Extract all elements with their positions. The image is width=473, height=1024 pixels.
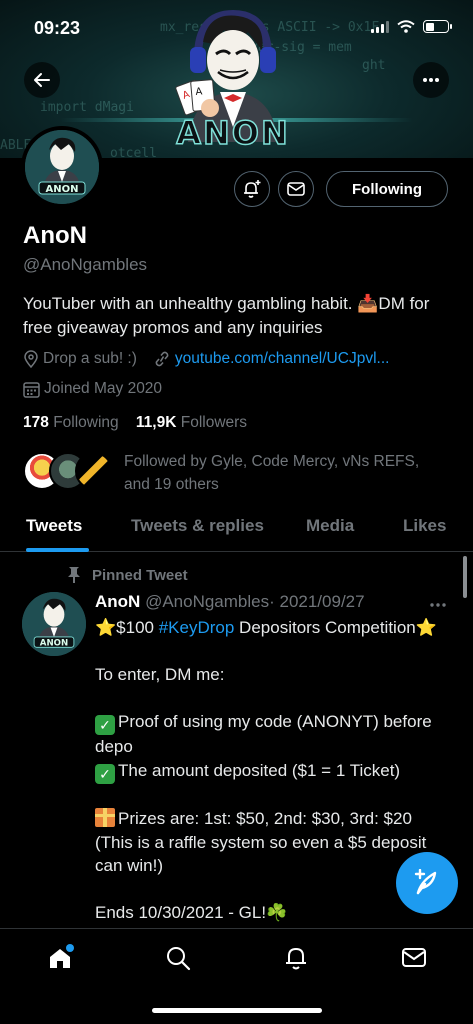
tweet-avatar-image: ANON: [22, 592, 86, 656]
calendar-icon: [23, 381, 40, 398]
following-button[interactable]: Following: [326, 171, 448, 207]
bell-plus-icon: [244, 180, 261, 198]
location-pin-icon: [24, 350, 38, 368]
tweet-line: To enter, DM me:: [95, 665, 225, 684]
status-icons: [371, 20, 452, 33]
tweet-line: ✓ The amount deposited ($1 = 1 Ticket): [95, 759, 455, 784]
mail-icon: [287, 182, 305, 196]
tweet-line-text: Depositors Competition⭐: [234, 618, 437, 637]
link-icon: [155, 351, 169, 367]
banner-logo-text: ANON: [176, 114, 290, 152]
nav-messages[interactable]: [399, 943, 429, 973]
tweet-more-icon: [430, 603, 446, 607]
profile-handle: @AnoNgambles: [23, 255, 148, 274]
back-button[interactable]: [24, 62, 60, 98]
following-count-link[interactable]: 178 Following: [23, 414, 119, 431]
notification-dot: [66, 944, 74, 952]
envelope-icon: [402, 948, 426, 967]
home-indicator[interactable]: [152, 1008, 322, 1013]
followers-count-link[interactable]: 11,9K Followers: [136, 414, 247, 431]
following-count: 178: [23, 414, 49, 431]
svg-text:A: A: [195, 86, 203, 98]
tweet-date[interactable]: · 2021/09/27: [269, 592, 364, 611]
profile-location: Drop a sub! :): [43, 350, 137, 367]
more-options-button[interactable]: [413, 62, 449, 98]
pin-icon: [68, 567, 80, 583]
pinned-tweet-label: Pinned Tweet: [66, 566, 188, 584]
followed-by-avatars[interactable]: [23, 450, 113, 490]
profile-tabs: Tweets Tweets & replies Media Likes: [0, 504, 473, 552]
tweet-header: AnoN @AnoNgambles· 2021/09/27: [95, 592, 365, 612]
follower-avatar: [75, 452, 113, 490]
tweet-line-text: Ends 10/30/2021 - GL!☘️: [95, 903, 288, 922]
tab-tweets[interactable]: Tweets: [26, 516, 82, 536]
profile-meta-row: Drop a sub! :) youtube.com/channel/UCJpv…: [23, 350, 389, 368]
followers-label: Followers: [180, 414, 248, 431]
tweet-line-text: Prizes are: 1st: $50, 2nd: $30, 3rd: $20: [118, 809, 412, 828]
profile-avatar[interactable]: ANON: [21, 126, 103, 208]
profile-name: AnoN: [23, 222, 87, 249]
tweet-line-text: Proof of using my code (ANONYT) before d…: [95, 712, 432, 756]
follow-counts: 178 Following 11,9K Followers: [23, 414, 247, 432]
profile-joined-date: Joined May 2020: [44, 380, 163, 397]
nav-search[interactable]: [163, 943, 193, 973]
tab-tweets-replies[interactable]: Tweets & replies: [131, 516, 264, 536]
bell-icon: [286, 947, 306, 970]
avatar-image: ANON: [25, 130, 99, 204]
banner-code-text: import dMagi: [40, 100, 134, 115]
profile-bio: YouTuber with an unhealthy gambling habi…: [23, 294, 430, 337]
tab-likes[interactable]: Likes: [403, 516, 446, 536]
tweet-line-text: The amount deposited ($1 = 1 Ticket): [118, 760, 401, 780]
checkmark-icon: ✓: [95, 715, 115, 735]
status-bar: 09:23: [0, 0, 473, 56]
compose-tweet-button[interactable]: [396, 852, 458, 914]
followers-count: 11,9K: [135, 414, 177, 431]
tweet-line: Ends 10/30/2021 - GL!☘️: [95, 901, 455, 925]
profile-joined-row: Joined May 2020: [23, 380, 162, 398]
profile-website-link[interactable]: youtube.com/channel/UCJpvl...: [175, 350, 390, 368]
tweet-line-text: ⭐$100: [95, 618, 159, 637]
tweet-line: Prizes are: 1st: $50, 2nd: $30, 3rd: $20: [95, 807, 455, 831]
nav-home[interactable]: [45, 943, 75, 973]
active-tab-indicator: [26, 548, 89, 552]
status-time: 09:23: [34, 18, 81, 38]
tweet-avatar-logo-text: ANON: [40, 639, 68, 649]
hashtag-link[interactable]: #KeyDrop: [159, 618, 235, 637]
tweet-author-avatar[interactable]: ANON: [22, 592, 86, 656]
cellular-signal-icon: [371, 20, 389, 33]
checkmark-icon: ✓: [95, 763, 115, 784]
back-arrow-icon: [34, 73, 50, 87]
scrollbar[interactable]: [463, 556, 467, 598]
tweet-author-name[interactable]: AnoN: [95, 592, 140, 611]
compose-icon: [414, 869, 437, 895]
followed-by-text[interactable]: Followed by Gyle, Code Mercy, vNs REFS, …: [124, 450, 444, 496]
nav-notifications[interactable]: [281, 943, 311, 973]
following-label: Following: [53, 414, 119, 431]
tweet-line: ✓ Proof of using my code (ANONYT) before …: [95, 710, 455, 759]
notifications-subscribe-button[interactable]: [234, 171, 270, 207]
tab-media[interactable]: Media: [306, 516, 354, 536]
message-button[interactable]: [278, 171, 314, 207]
gift-icon: [95, 808, 115, 827]
banner-code-text: ght: [362, 58, 386, 73]
avatar-logo-text: ANON: [46, 184, 79, 195]
tweet-line: ⭐$100 #KeyDrop Depositors Competition⭐: [95, 616, 455, 640]
tweet-author-handle[interactable]: @AnoNgambles: [145, 592, 269, 611]
tweet-more-button[interactable]: [429, 592, 447, 613]
wifi-icon: [397, 20, 415, 33]
battery-icon: [423, 20, 452, 33]
pinned-label-text: Pinned Tweet: [92, 566, 188, 584]
search-icon: [167, 947, 191, 971]
more-icon: [423, 78, 439, 82]
